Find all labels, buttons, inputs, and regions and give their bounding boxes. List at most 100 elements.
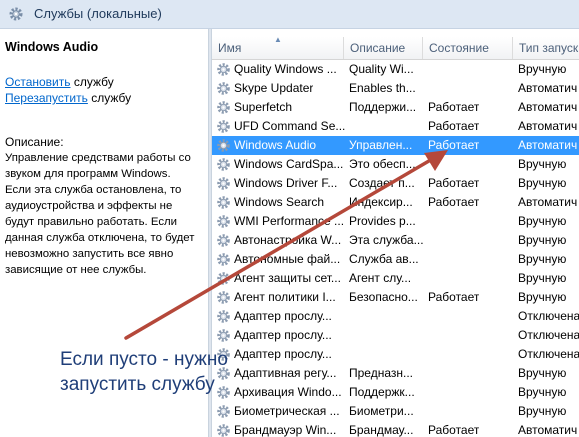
annotation-text-line-1: Если пусто - нужно bbox=[60, 349, 228, 370]
service-name-cell: Windows Search bbox=[234, 195, 325, 209]
column-header-label: Имя bbox=[218, 41, 242, 55]
service-startup-cell: Отключена bbox=[518, 309, 579, 323]
service-gear-icon bbox=[217, 63, 230, 76]
restart-suffix: службу bbox=[87, 91, 132, 105]
service-startup-cell: Вручную bbox=[518, 233, 567, 247]
description-label: Описание: bbox=[5, 135, 64, 149]
services-table: ▲ Имя Описание Состояние Тип запуск Qual… bbox=[212, 29, 579, 437]
column-header-label: Состояние bbox=[429, 41, 489, 55]
service-description-cell: Создает п... bbox=[349, 176, 415, 190]
table-row[interactable]: Адаптивная регу... Предназн... Вручную bbox=[212, 364, 579, 383]
service-startup-cell: Вручную bbox=[518, 214, 567, 228]
service-startup-cell: Отключена bbox=[518, 347, 579, 361]
table-row-selected[interactable]: Windows Audio Управлен... Работает Автомати… bbox=[212, 136, 579, 155]
service-description-cell: Управлен... bbox=[349, 138, 413, 152]
service-gear-icon bbox=[217, 329, 230, 342]
service-description-cell: Это обесп... bbox=[349, 157, 416, 171]
table-row[interactable]: Архивация Windo... Поддержк... Вручную bbox=[212, 383, 579, 402]
service-description-cell: Агент слу... bbox=[349, 271, 412, 285]
service-name-cell: Адаптивная регу... bbox=[234, 366, 337, 380]
service-gear-icon bbox=[217, 272, 230, 285]
service-description-cell: Enables th... bbox=[349, 81, 416, 95]
column-header-startup-type[interactable]: Тип запуск bbox=[512, 37, 579, 59]
table-row[interactable]: Адаптер прослу... Отключена bbox=[212, 326, 579, 345]
service-name-cell: Адаптер прослу... bbox=[234, 309, 332, 323]
service-name-cell: Адаптер прослу... bbox=[234, 328, 332, 342]
service-gear-icon bbox=[217, 120, 230, 133]
table-row[interactable]: Quality Windows ... Quality Wi... Вручную bbox=[212, 60, 579, 79]
table-row[interactable]: Windows Driver F... Создает п... Работает В… bbox=[212, 174, 579, 193]
restart-service-link[interactable]: Перезапустить bbox=[5, 91, 88, 105]
service-gear-icon bbox=[217, 291, 230, 304]
table-row[interactable]: UFD Command Se... Работает Автоматич bbox=[212, 117, 579, 136]
service-description-cell: Поддержк... bbox=[349, 385, 415, 399]
service-startup-cell: Вручную bbox=[518, 157, 567, 171]
service-name-cell: Windows Driver F... bbox=[234, 176, 338, 190]
description-text: Управление средствами работы со звуком д… bbox=[5, 150, 208, 278]
column-header-name[interactable]: ▲ Имя bbox=[212, 35, 343, 59]
table-row[interactable]: WMI Performance ... Provides p... Вручную bbox=[212, 212, 579, 231]
column-header-status[interactable]: Состояние bbox=[422, 37, 512, 59]
service-startup-cell: Автоматич bbox=[518, 423, 578, 437]
table-row[interactable]: Автономные фай... Служба ав... Вручную bbox=[212, 250, 579, 269]
stop-action: Остановить службу bbox=[5, 75, 114, 89]
column-header-label: Тип запуск bbox=[519, 41, 579, 55]
service-name-cell: Агент защиты сет... bbox=[234, 271, 341, 285]
service-name-cell: Skype Updater bbox=[234, 81, 314, 95]
service-startup-cell: Вручную bbox=[518, 176, 567, 190]
service-description-cell: Безопасно... bbox=[349, 290, 418, 304]
description-line: аудиоустройства и эффекты не bbox=[5, 200, 173, 212]
stop-service-link[interactable]: Остановить bbox=[5, 75, 71, 89]
service-gear-icon bbox=[217, 386, 230, 399]
service-description-cell: Quality Wi... bbox=[349, 62, 414, 76]
service-startup-cell: Автоматич bbox=[518, 100, 578, 114]
service-startup-cell: Вручную bbox=[518, 366, 567, 380]
table-row[interactable]: Windows Search Индексир... Работает Автомат… bbox=[212, 193, 579, 212]
service-name-cell: Архивация Windo... bbox=[234, 385, 342, 399]
service-startup-cell: Вручную bbox=[518, 385, 567, 399]
service-name-cell: Quality Windows ... bbox=[234, 62, 337, 76]
table-row[interactable]: Агент защиты сет... Агент слу... Вручную bbox=[212, 269, 579, 288]
service-status-cell: Работает bbox=[428, 119, 480, 133]
service-description-cell: Биометри... bbox=[349, 404, 414, 418]
service-gear-icon bbox=[217, 196, 230, 209]
service-name-cell: Superfetch bbox=[234, 100, 293, 114]
service-name-cell: Автономные фай... bbox=[234, 252, 341, 266]
table-row[interactable]: Биометрическая ... Биометри... Вручную bbox=[212, 402, 579, 421]
table-row[interactable]: Skype Updater Enables th... Автоматич bbox=[212, 79, 579, 98]
table-row[interactable]: Брандмауэр Win... Брандмау... Работает Авто… bbox=[212, 421, 579, 437]
table-row[interactable]: Адаптер прослу... Отключена bbox=[212, 345, 579, 364]
service-name-cell: Брандмауэр Win... bbox=[234, 423, 337, 437]
description-line: будут правильно работать. Если bbox=[5, 216, 178, 228]
service-description-cell: Служба ав... bbox=[349, 252, 419, 266]
column-header-description[interactable]: Описание bbox=[343, 37, 422, 59]
service-name-cell: Агент политики I... bbox=[234, 290, 336, 304]
service-gear-icon bbox=[217, 177, 230, 190]
description-line: невозможно запустить все явно bbox=[5, 248, 174, 260]
service-description-cell: Provides p... bbox=[349, 214, 416, 228]
service-status-cell: Работает bbox=[428, 100, 480, 114]
service-description-cell: Эта служба... bbox=[349, 233, 424, 247]
service-name-cell: Windows Audio bbox=[234, 138, 317, 152]
service-gear-icon bbox=[217, 101, 230, 114]
column-header-label: Описание bbox=[350, 41, 406, 55]
service-startup-cell: Отключена bbox=[518, 328, 579, 342]
selected-service-name: Windows Audio bbox=[5, 40, 99, 54]
description-line: звуком для программ Windows. bbox=[5, 168, 171, 180]
table-row[interactable]: Агент политики I... Безопасно... Работает В… bbox=[212, 288, 579, 307]
service-gear-icon bbox=[217, 253, 230, 266]
table-row[interactable]: Windows CardSpa... Это обесп... Вручную bbox=[212, 155, 579, 174]
service-status-cell: Работает bbox=[428, 176, 480, 190]
service-startup-cell: Автоматич bbox=[518, 195, 578, 209]
service-startup-cell: Автоматич bbox=[518, 81, 578, 95]
table-row[interactable]: Адаптер прослу... Отключена bbox=[212, 307, 579, 326]
annotation-text-line-2: запустить службу bbox=[60, 374, 215, 395]
service-gear-icon bbox=[217, 310, 230, 323]
service-startup-cell: Автоматич bbox=[518, 119, 578, 133]
service-name-cell: Адаптер прослу... bbox=[234, 347, 332, 361]
service-startup-cell: Автоматич bbox=[518, 138, 578, 152]
service-startup-cell: Вручную bbox=[518, 404, 567, 418]
table-row[interactable]: Superfetch Поддержи... Работает Автоматич bbox=[212, 98, 579, 117]
table-row[interactable]: Автонастройка W... Эта служба... Вручную bbox=[212, 231, 579, 250]
service-status-cell: Работает bbox=[428, 423, 480, 437]
